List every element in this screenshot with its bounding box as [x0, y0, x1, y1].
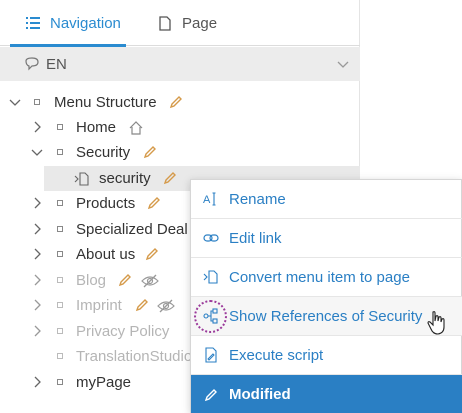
tree-item-label: Blog — [76, 272, 107, 289]
chevron-right-icon[interactable] — [31, 197, 43, 209]
tree-item-label: TranslationStudio — [76, 348, 193, 365]
node-bullet-icon — [57, 251, 63, 257]
tree-item-label: security — [99, 170, 151, 187]
menu-item-show-references[interactable]: Show References of Security — [191, 297, 462, 336]
menu-item-label: Execute script — [229, 346, 324, 364]
tree-item-home[interactable]: Home — [0, 115, 360, 140]
menu-item-label: Rename — [229, 190, 286, 208]
language-code: EN — [46, 55, 67, 73]
tree-item-label: Privacy Policy — [76, 323, 170, 340]
tree-item-label: Security — [76, 144, 131, 161]
chevron-right-icon[interactable] — [31, 248, 43, 260]
pencil-icon[interactable] — [146, 195, 162, 211]
chevron-down-icon — [336, 57, 350, 71]
tree-item-security[interactable]: Security — [0, 140, 360, 165]
list-icon — [24, 14, 42, 32]
page-link-icon — [74, 171, 92, 187]
tree-item-label: About us — [76, 246, 136, 263]
pencil-icon[interactable] — [168, 94, 184, 110]
tab-navigation-label: Navigation — [50, 14, 121, 32]
tree-item-label: Home — [76, 119, 117, 136]
chevron-right-icon[interactable] — [31, 121, 43, 133]
tree-item-menu-structure[interactable]: Menu Structure — [0, 90, 360, 115]
node-bullet-icon — [57, 149, 63, 155]
node-bullet-icon — [57, 302, 63, 308]
menu-item-execute-script[interactable]: Execute script — [191, 336, 462, 375]
node-bullet-icon — [57, 226, 63, 232]
tree-item-label: Imprint — [76, 297, 122, 314]
tab-bar: Navigation Page — [0, 0, 360, 47]
menu-item-label: Edit link — [229, 229, 282, 247]
tab-page[interactable]: Page — [156, 0, 217, 46]
hand-cursor-icon — [426, 310, 448, 336]
menu-item-label: Modified — [229, 386, 291, 403]
node-bullet-icon — [57, 379, 63, 385]
menu-item-label: Show References of Security — [229, 307, 423, 325]
tree-item-label: Products — [76, 195, 136, 212]
chevron-right-icon[interactable] — [31, 376, 43, 388]
eye-slash-icon — [157, 298, 175, 314]
tab-navigation[interactable]: Navigation — [10, 0, 126, 47]
chevron-right-icon[interactable] — [31, 325, 43, 337]
context-menu: A Rename Edit link Convert menu item to … — [190, 179, 462, 413]
tab-page-label: Page — [182, 14, 218, 32]
chevron-right-icon[interactable] — [31, 299, 43, 311]
tree-item-label: Menu Structure — [54, 94, 157, 111]
chevron-down-icon[interactable] — [9, 96, 21, 108]
node-bullet-icon — [57, 277, 63, 283]
menu-item-label: Convert menu item to page — [229, 268, 410, 286]
tree-item-label: Specialized Deal — [76, 221, 188, 238]
references-icon — [203, 308, 219, 324]
script-icon — [203, 347, 219, 363]
menu-item-edit-link[interactable]: Edit link — [191, 219, 462, 258]
speech-bubble-icon — [24, 56, 40, 72]
svg-text:A: A — [203, 194, 211, 206]
rename-icon: A — [203, 191, 219, 207]
menu-item-convert-to-page[interactable]: Convert menu item to page — [191, 258, 462, 297]
pencil-icon[interactable] — [162, 170, 178, 186]
node-bullet-icon — [34, 99, 40, 105]
eye-slash-icon — [141, 273, 159, 289]
pencil-icon[interactable] — [134, 297, 150, 313]
node-bullet-icon — [57, 328, 63, 334]
menu-item-modified[interactable]: Modified — [191, 375, 462, 413]
chevron-right-icon[interactable] — [31, 274, 43, 286]
chevron-right-icon[interactable] — [31, 223, 43, 235]
home-icon — [128, 120, 146, 136]
node-bullet-icon — [57, 124, 63, 130]
tree-item-label: myPage — [76, 374, 132, 391]
menu-item-rename[interactable]: A Rename — [191, 180, 462, 219]
page-icon — [156, 14, 174, 32]
node-bullet-icon — [57, 200, 63, 206]
pencil-icon — [203, 387, 219, 403]
pencil-icon[interactable] — [144, 246, 160, 262]
chevron-down-icon[interactable] — [31, 146, 43, 158]
pencil-icon[interactable] — [142, 144, 158, 160]
language-selector[interactable]: EN — [0, 47, 360, 81]
link-icon — [203, 230, 219, 246]
convert-page-icon — [203, 269, 219, 285]
pencil-icon[interactable] — [117, 272, 133, 288]
node-bullet-icon — [57, 353, 63, 359]
